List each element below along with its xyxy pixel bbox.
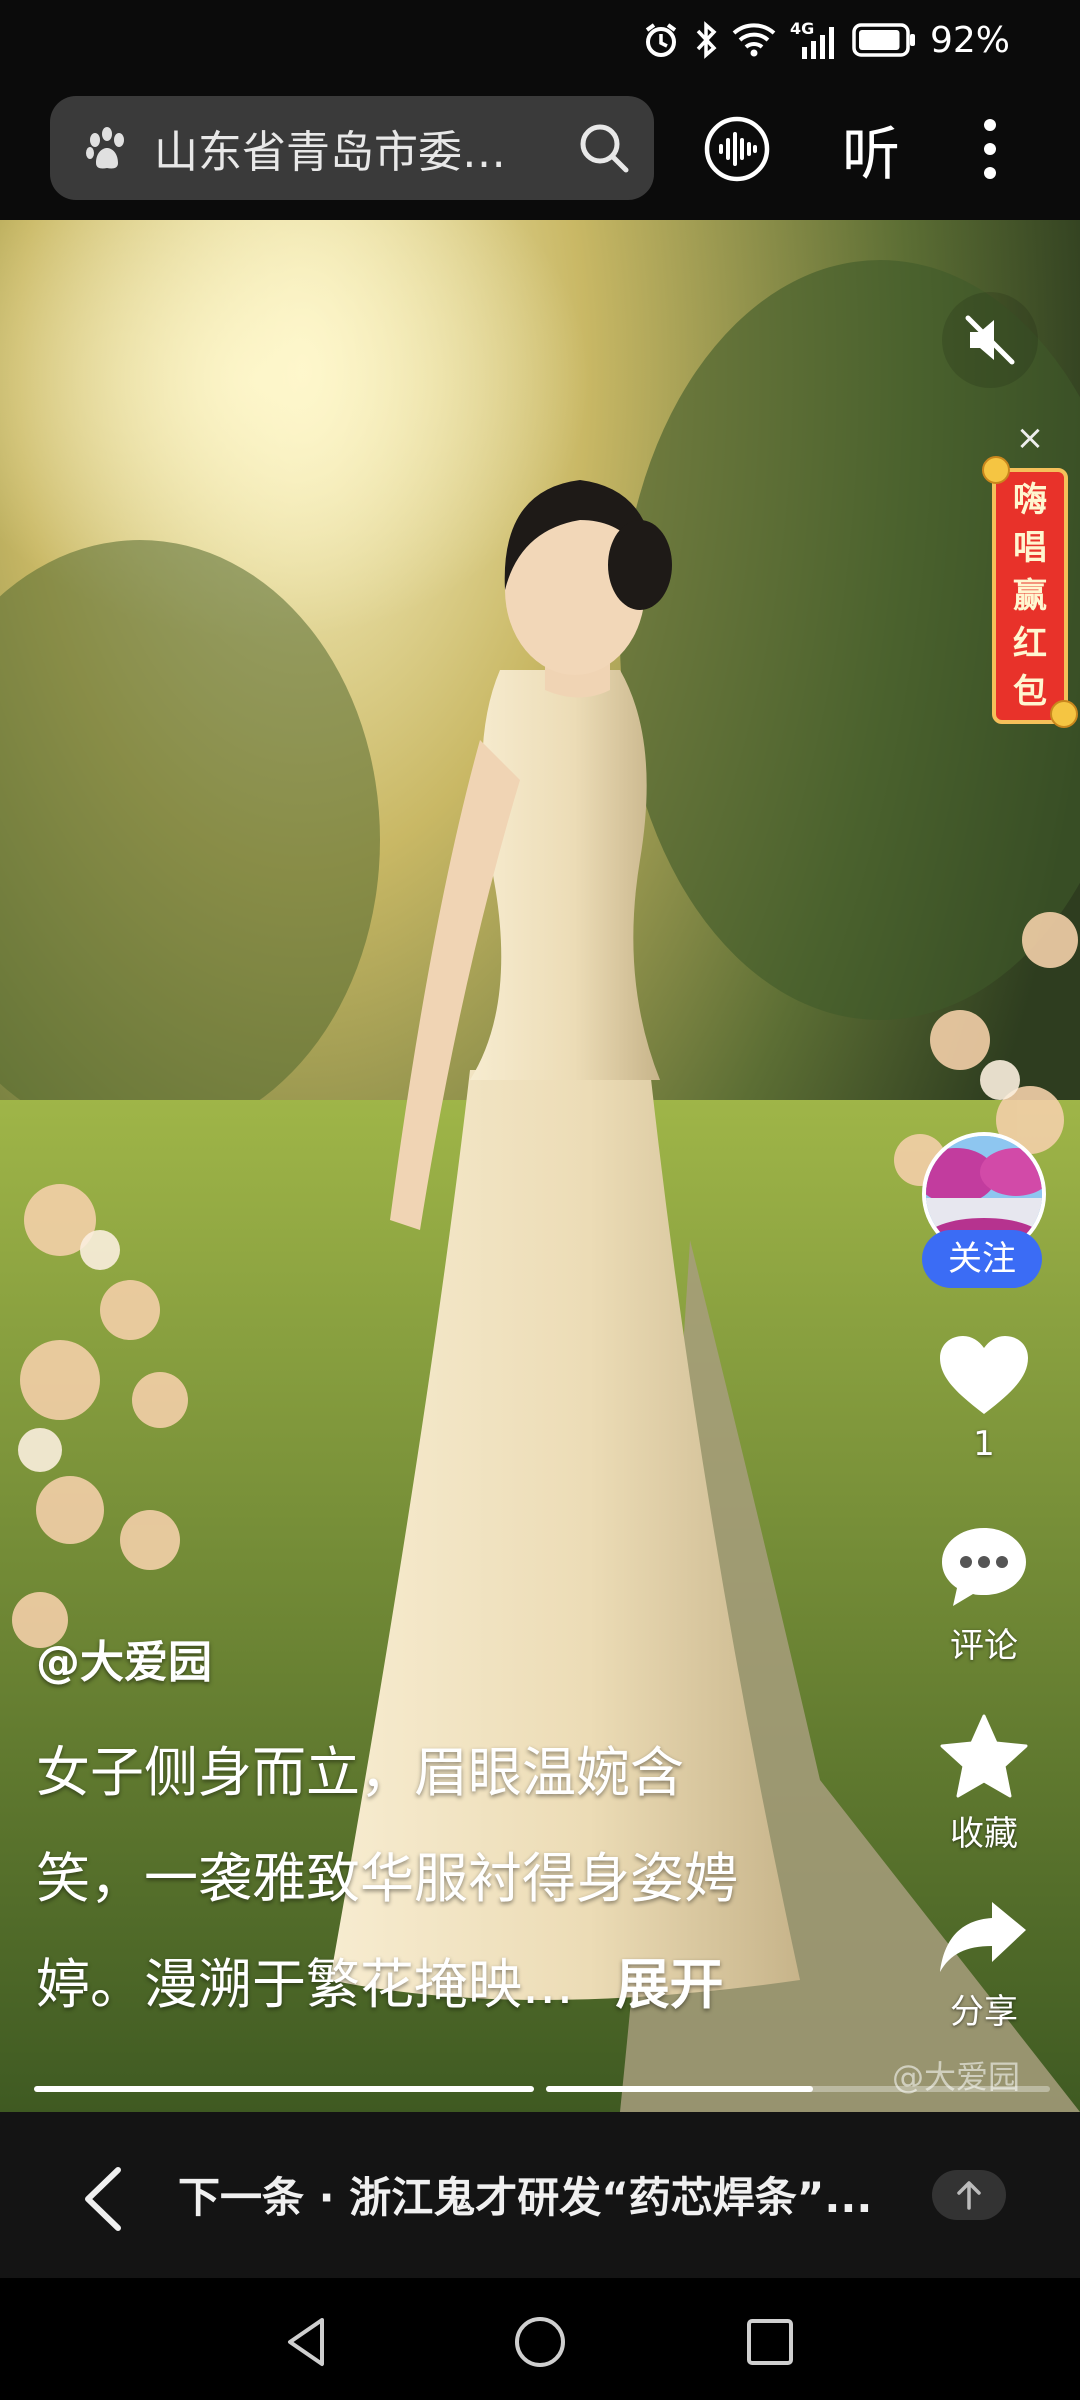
progress-segment-current[interactable] bbox=[546, 2086, 1050, 2092]
caption-line: 笑，一袭雅致华服衬得身姿娉 bbox=[36, 1847, 738, 1910]
voice-wave-icon bbox=[704, 116, 770, 182]
cellular-signal-icon: 4G bbox=[790, 19, 838, 59]
author-name[interactable]: @大爱园 bbox=[36, 1626, 212, 1690]
system-navigation-bar bbox=[0, 2278, 1080, 2400]
comment-bubble-icon bbox=[942, 1528, 1026, 1606]
expand-caption-button[interactable]: 展开 bbox=[616, 1953, 724, 2016]
alarm-icon bbox=[645, 23, 677, 57]
star-icon bbox=[940, 1714, 1028, 1798]
listen-label: 听 bbox=[841, 120, 900, 188]
volume-muted-icon bbox=[965, 315, 1015, 365]
next-video-bar[interactable]: 下一条 · 浙江鬼才研发“药芯焊条”... bbox=[0, 2112, 1080, 2278]
paw-logo-icon bbox=[86, 127, 124, 169]
nav-home-icon[interactable] bbox=[510, 2312, 570, 2372]
nav-back-icon[interactable] bbox=[278, 2312, 338, 2372]
top-bar: 山东省青岛市委… 听 bbox=[0, 80, 1080, 220]
heart-icon bbox=[940, 1336, 1028, 1414]
promo-text-char: 唱 bbox=[1013, 528, 1047, 568]
nav-recents-icon[interactable] bbox=[740, 2312, 800, 2372]
promo-text-char: 嗨 bbox=[1013, 480, 1047, 520]
promo-close-button[interactable]: × bbox=[1012, 420, 1048, 456]
wifi-icon bbox=[732, 23, 776, 57]
status-icons: 4G 92% bbox=[642, 18, 1010, 62]
video-player[interactable]: × 嗨 唱 赢 红 包 关注 1 评论 收藏 分享 @大爱园 女子侧身而立，眉眼… bbox=[0, 220, 1080, 2112]
video-caption: 女子侧身而立，眉眼温婉含 笑，一袭雅致华服衬得身姿娉 婷。漫溯于繁花掩映... 展… bbox=[36, 1720, 844, 2038]
caption-line: 女子侧身而立，眉眼温婉含 bbox=[36, 1741, 684, 1804]
like-count: 1 bbox=[973, 1424, 995, 1464]
search-query: 山东省青岛市委… bbox=[154, 127, 506, 178]
collect-button[interactable]: 收藏 bbox=[922, 1714, 1046, 1855]
caption-line: 婷。漫溯于繁花掩映... bbox=[36, 1953, 574, 2016]
coin-icon bbox=[1050, 700, 1078, 728]
more-vertical-icon bbox=[984, 119, 996, 179]
back-chevron-icon[interactable] bbox=[78, 2164, 128, 2234]
mute-toggle-button[interactable] bbox=[942, 292, 1038, 388]
promo-banner[interactable]: 嗨 唱 赢 红 包 bbox=[992, 468, 1068, 724]
comment-label: 评论 bbox=[950, 1626, 1018, 1666]
promo-text-char: 包 bbox=[1013, 672, 1047, 712]
collect-label: 收藏 bbox=[950, 1814, 1018, 1854]
voice-assistant-button[interactable] bbox=[702, 106, 772, 192]
search-box[interactable]: 山东省青岛市委… bbox=[50, 96, 654, 200]
progress-fill bbox=[546, 2086, 814, 2092]
promo-text-char: 赢 bbox=[1013, 576, 1047, 616]
promo-text-char: 红 bbox=[1013, 624, 1047, 664]
listen-button[interactable]: 听 bbox=[836, 106, 906, 192]
arrow-up-icon bbox=[957, 2181, 981, 2210]
share-label: 分享 bbox=[950, 1992, 1018, 2032]
progress-segment-complete[interactable] bbox=[34, 2086, 534, 2092]
comment-button[interactable]: 评论 bbox=[922, 1524, 1046, 1667]
share-arrow-icon bbox=[940, 1902, 1026, 1972]
battery-icon bbox=[852, 23, 915, 57]
bluetooth-icon bbox=[696, 21, 717, 59]
status-bar: 4G 92% bbox=[0, 0, 1080, 80]
coin-icon bbox=[982, 456, 1010, 484]
battery-percent: 92% bbox=[929, 19, 1010, 61]
caption-line-last: 婷。漫溯于繁花掩映... 展开 bbox=[36, 1932, 844, 2038]
share-button[interactable]: 分享 bbox=[922, 1900, 1046, 2033]
follow-button[interactable]: 关注 bbox=[922, 1230, 1042, 1288]
scroll-up-button[interactable] bbox=[932, 2170, 1006, 2220]
more-menu-button[interactable] bbox=[970, 106, 1010, 192]
like-button[interactable]: 1 bbox=[922, 1334, 1046, 1464]
search-icon[interactable] bbox=[578, 122, 630, 174]
next-video-title[interactable]: 下一条 · 浙江鬼才研发“药芯焊条”... bbox=[178, 2164, 898, 2225]
